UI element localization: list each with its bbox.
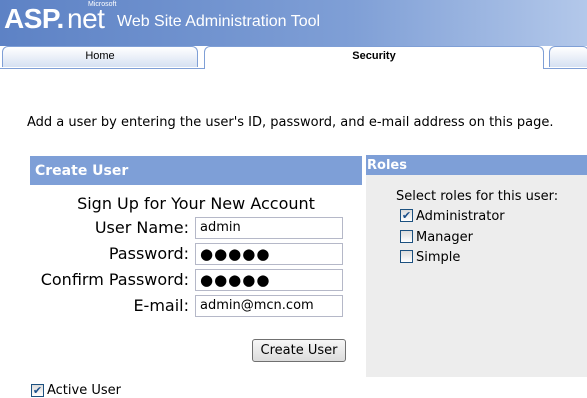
logo-net-text: net — [67, 3, 105, 34]
roles-header: Roles — [366, 155, 587, 175]
roles-prompt: Select roles for this user: — [396, 189, 559, 204]
email-field[interactable]: admin@mcn.com — [195, 295, 343, 317]
confirm-password-field[interactable]: ●●●●● — [195, 269, 343, 291]
instruction-text: Add a user by entering the user's ID, pa… — [27, 115, 554, 130]
role-simple-checkbox[interactable] — [400, 250, 413, 263]
email-label: E-mail: — [133, 296, 189, 315]
tab-strip: Home Security — [0, 46, 587, 69]
password-field[interactable]: ●●●●● — [195, 243, 343, 265]
role-administrator-label: Administrator — [416, 209, 505, 224]
active-user-checkbox[interactable]: ✔ — [31, 384, 44, 397]
create-user-header: Create User — [30, 156, 362, 185]
aspnet-logo: ASP. — [4, 3, 64, 34]
checkmark-icon: ✔ — [401, 209, 412, 222]
checkmark-icon: ✔ — [32, 384, 43, 397]
app-header: ASP. Microsoft net Web Site Administrati… — [0, 0, 587, 46]
tab-home[interactable]: Home — [2, 46, 198, 67]
tab-overflow[interactable] — [549, 46, 587, 67]
role-manager-label: Manager — [416, 230, 473, 245]
app-title: Web Site Administration Tool — [117, 13, 321, 30]
role-manager-checkbox[interactable] — [400, 230, 413, 243]
create-user-button[interactable]: Create User — [252, 339, 346, 362]
confirm-password-label: Confirm Password: — [40, 270, 189, 289]
tab-security[interactable]: Security — [204, 46, 544, 69]
form-title: Sign Up for Your New Account — [77, 194, 315, 213]
username-field[interactable]: admin — [195, 217, 343, 239]
role-administrator-checkbox[interactable]: ✔ — [400, 209, 413, 222]
role-simple-label: Simple — [416, 250, 461, 265]
username-label: User Name: — [94, 218, 189, 237]
password-label: Password: — [108, 244, 189, 263]
